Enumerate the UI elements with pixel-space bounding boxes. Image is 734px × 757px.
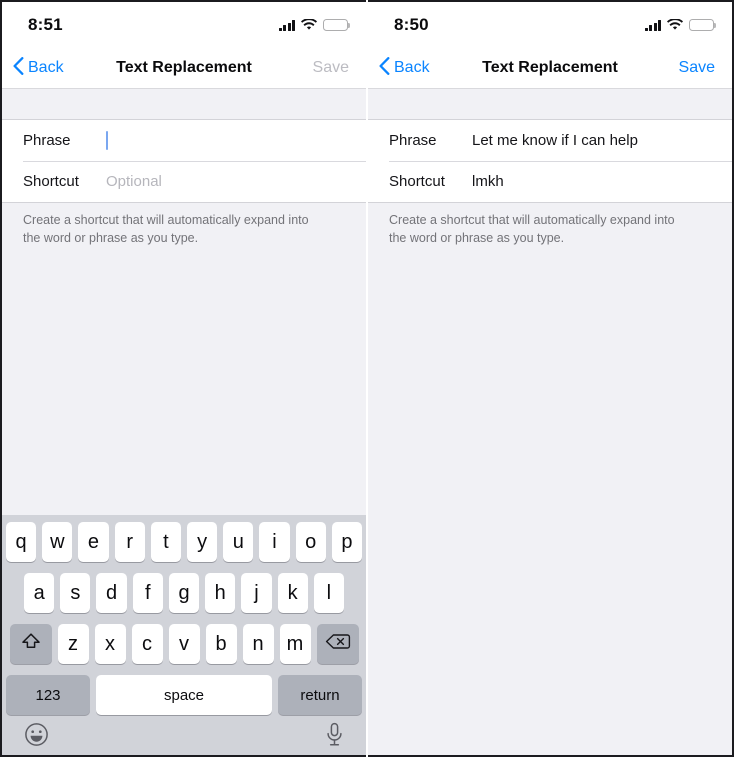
status-bar: 8:51	[2, 2, 366, 48]
on-screen-keyboard[interactable]: q w e r t y u i o p a s d f g h j k l z …	[2, 515, 366, 755]
phrase-input[interactable]	[106, 131, 108, 150]
save-button[interactable]: Save	[679, 59, 715, 77]
key-g[interactable]: g	[168, 573, 200, 613]
keyboard-row-1: q w e r t y u i o p	[2, 522, 366, 562]
keyboard-row-3: z x c v b n m	[2, 624, 366, 664]
navigation-bar: Back Text Replacement Save	[2, 48, 366, 89]
key-h[interactable]: h	[205, 573, 236, 613]
key-n[interactable]: n	[242, 624, 274, 664]
back-button-label: Back	[28, 59, 64, 76]
status-indicators	[644, 2, 717, 48]
shortcut-input[interactable]: Optional	[106, 173, 162, 190]
phrase-row[interactable]: Phrase Let me know if I can help	[368, 120, 732, 161]
chevron-left-icon	[13, 56, 24, 80]
phrase-row[interactable]: Phrase	[2, 120, 366, 161]
shortcut-label: Shortcut	[389, 173, 445, 190]
status-indicators	[278, 2, 351, 48]
status-time: 8:50	[394, 15, 429, 34]
key-s[interactable]: s	[60, 573, 91, 613]
navigation-bar: Back Text Replacement Save	[368, 48, 732, 89]
key-b[interactable]: b	[205, 624, 237, 664]
settings-content: Phrase Shortcut Optional Create a shortc…	[2, 89, 366, 755]
battery-icon	[689, 19, 717, 31]
space-key[interactable]: space	[96, 675, 272, 715]
delete-icon	[325, 632, 351, 657]
key-o[interactable]: o	[295, 522, 326, 562]
text-replacement-form: Phrase Shortcut Optional	[2, 119, 366, 203]
key-t[interactable]: t	[150, 522, 181, 562]
key-u[interactable]: u	[223, 522, 254, 562]
key-a[interactable]: a	[24, 573, 55, 613]
key-i[interactable]: i	[259, 522, 290, 562]
phrase-label: Phrase	[389, 132, 437, 149]
status-time: 8:51	[28, 15, 63, 34]
phone-panel-left: 8:51 Back Text Replacement Save Phrase S…	[0, 0, 366, 757]
back-button[interactable]: Back	[379, 56, 430, 80]
phone-panel-right: 8:50 Back Text Replacement Save Phrase L…	[368, 0, 734, 757]
settings-content: Phrase Let me know if I can help Shortcu…	[368, 89, 732, 755]
microphone-icon[interactable]	[325, 722, 344, 752]
status-bar: 8:50	[368, 2, 732, 48]
key-x[interactable]: x	[94, 624, 126, 664]
shortcut-row[interactable]: Shortcut Optional	[2, 161, 366, 202]
key-v[interactable]: v	[168, 624, 200, 664]
shortcut-row[interactable]: Shortcut lmkh	[368, 161, 732, 202]
key-l[interactable]: l	[313, 573, 344, 613]
form-footnote: Create a shortcut that will automaticall…	[389, 213, 675, 245]
cellular-signal-icon	[278, 19, 295, 31]
screenshot-stage: 8:51 Back Text Replacement Save Phrase S…	[0, 0, 734, 757]
key-c[interactable]: c	[131, 624, 163, 664]
wifi-icon	[301, 19, 317, 31]
shift-key[interactable]	[9, 624, 52, 664]
keyboard-bottom-bar	[2, 721, 366, 751]
emoji-icon[interactable]	[24, 722, 49, 752]
key-p[interactable]: p	[331, 522, 363, 562]
phrase-input[interactable]: Let me know if I can help	[472, 132, 638, 149]
key-y[interactable]: y	[187, 522, 218, 562]
text-cursor	[106, 131, 108, 150]
key-m[interactable]: m	[279, 624, 311, 664]
battery-icon	[323, 19, 351, 31]
key-f[interactable]: f	[132, 573, 163, 613]
key-d[interactable]: d	[96, 573, 127, 613]
key-k[interactable]: k	[277, 573, 308, 613]
shortcut-input[interactable]: lmkh	[472, 173, 504, 190]
keyboard-row-2: a s d f g h j k l	[2, 573, 366, 613]
back-button[interactable]: Back	[13, 56, 64, 80]
key-r[interactable]: r	[114, 522, 145, 562]
phrase-label: Phrase	[23, 132, 71, 149]
delete-key[interactable]	[316, 624, 359, 664]
key-w[interactable]: w	[42, 522, 73, 562]
cellular-signal-icon	[644, 19, 661, 31]
save-button[interactable]: Save	[313, 59, 349, 77]
key-j[interactable]: j	[241, 573, 272, 613]
text-replacement-form: Phrase Let me know if I can help Shortcu…	[368, 119, 732, 203]
wifi-icon	[667, 19, 683, 31]
chevron-left-icon	[379, 56, 390, 80]
keyboard-row-4: 123 space return	[2, 675, 366, 715]
shortcut-label: Shortcut	[23, 173, 79, 190]
return-key[interactable]: return	[278, 675, 362, 715]
content-top-spacer	[368, 89, 732, 119]
key-e[interactable]: e	[78, 522, 109, 562]
content-top-spacer	[2, 89, 366, 119]
key-z[interactable]: z	[57, 624, 89, 664]
back-button-label: Back	[394, 59, 430, 76]
key-q[interactable]: q	[5, 522, 37, 562]
numbers-key[interactable]: 123	[6, 675, 90, 715]
form-footnote: Create a shortcut that will automaticall…	[23, 213, 309, 245]
shift-icon	[21, 632, 41, 657]
